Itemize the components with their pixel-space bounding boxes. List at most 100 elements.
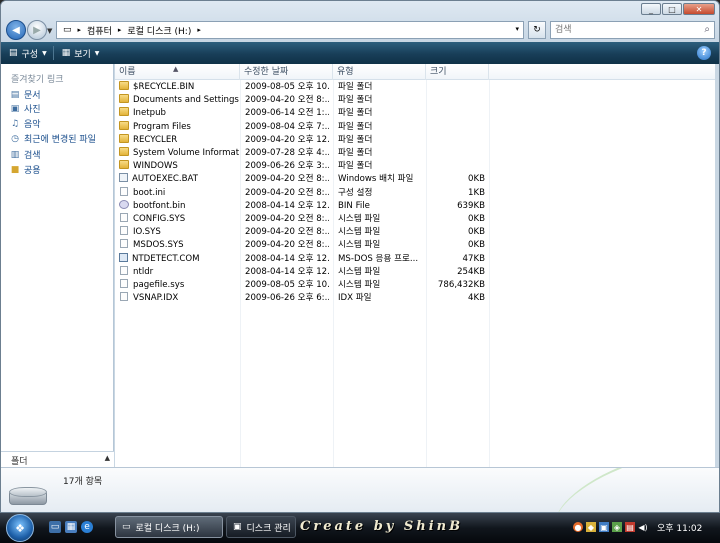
command-bar: ▤ 구성 ▼ ▦ 보기 ▼ ? [1, 42, 719, 64]
file-type: IDX 파일 [338, 293, 372, 304]
recent-pages-button[interactable]: ▼ [47, 27, 52, 35]
search-input[interactable] [555, 22, 695, 38]
file-row[interactable]: pagefile.sys 2009-08-05 오후 10... 시스템 파일 786… [115, 279, 715, 292]
views-label: 보기 [74, 49, 91, 60]
file-file-icon [120, 186, 128, 196]
close-button[interactable]: ✕ [683, 3, 715, 15]
breadcrumb-local-disk[interactable]: 로컬 디스크 (H:) [127, 24, 191, 37]
file-row[interactable]: Inetpub 2009-06-14 오전 1:... 파일 폴더 [115, 107, 715, 120]
fav-link-label: 최근에 변경된 파일 [24, 135, 96, 145]
network-icon[interactable]: ▤ [625, 522, 635, 532]
fav-link-public[interactable]: ■ 공용 [10, 163, 41, 177]
item-count: 17개 항목 [63, 477, 103, 487]
address-row: _ □ ✕ ◀ ▶ ▼ ▭ ▸ 컴퓨터 ▸ 로컬 디스크 (H:) ▸ ▾ ↻ … [1, 1, 719, 41]
column-header-date[interactable]: 수정한 날짜 [240, 64, 333, 80]
folder-icon [119, 107, 129, 117]
file-type: 파일 폴더 [338, 95, 373, 106]
back-button[interactable]: ◀ [6, 20, 26, 40]
fav-link-music[interactable]: ♫ 음악 [10, 117, 41, 131]
file-date: 2009-06-26 오후 6:... [245, 293, 329, 304]
internet-explorer-icon[interactable]: e [81, 521, 93, 533]
file-date: 2009-08-05 오후 10... [245, 82, 329, 92]
task-label: 로컬 디스크 (H:) [135, 523, 200, 534]
maximize-button[interactable]: □ [662, 3, 682, 15]
file-row[interactable]: IO.SYS 2009-04-20 오전 8:... 시스템 파일 0KB [115, 226, 715, 239]
file-row[interactable]: ntldr 2008-04-14 오후 12... 시스템 파일 254KB [115, 265, 715, 279]
search-icon[interactable]: ⌕ [704, 24, 710, 35]
fav-link-label: 공용 [24, 166, 41, 176]
file-row[interactable]: System Volume Informati... 2009-07-28 오후 … [115, 147, 715, 160]
breadcrumb-separator[interactable]: ▸ [197, 26, 201, 34]
file-row[interactable]: bootfont.bin 2008-04-14 오후 12... BIN File 6… [115, 199, 715, 213]
address-bar[interactable]: ▭ ▸ 컴퓨터 ▸ 로컬 디스크 (H:) ▸ ▾ [56, 21, 524, 39]
chevron-down-icon: ▼ [42, 49, 47, 57]
file-row[interactable]: Documents and Settings 2009-04-20 오전 8:..… [115, 94, 715, 107]
file-date: 2008-04-14 오후 12... [245, 266, 329, 277]
file-size: 0KB [468, 240, 485, 251]
file-name-text: bootfont.bin [133, 200, 186, 211]
file-row[interactable]: Program Files 2009-08-04 오후 7:... 파일 폴더 [115, 120, 715, 134]
breadcrumb-computer[interactable]: 컴퓨터 [87, 24, 112, 37]
organize-button[interactable]: ▤ 구성 ▼ [9, 47, 47, 60]
fav-link-search[interactable]: ▥ 검색 [10, 148, 41, 162]
file-size [431, 134, 485, 147]
fav-link-pictures[interactable]: ▣ 사진 [10, 102, 41, 116]
switch-windows-icon[interactable]: ▦ [65, 521, 77, 533]
file-size [431, 107, 485, 120]
file-row[interactable]: VSNAP.IDX 2009-06-26 오후 6:... IDX 파일 4KB [115, 292, 715, 305]
fav-link-recent[interactable]: ◷ 최근에 변경된 파일 [10, 132, 96, 146]
minimize-button[interactable]: _ [641, 3, 661, 15]
task-button-local-disk[interactable]: ▭ 로컬 디스크 (H:) [115, 516, 223, 538]
file-name: ntldr [119, 265, 239, 279]
fav-link-documents[interactable]: ▤ 문서 [10, 88, 41, 102]
file-row[interactable]: boot.ini 2009-04-20 오전 8:... 구성 설정 1KB [115, 186, 715, 200]
refresh-icon: ↻ [533, 25, 541, 35]
file-date: 2009-08-04 오후 7:... [245, 121, 329, 132]
breadcrumb-separator[interactable]: ▸ [118, 26, 122, 34]
start-button[interactable]: ❖ [6, 514, 34, 542]
file-size [431, 160, 485, 173]
file-date: 2009-04-20 오후 12... [245, 134, 329, 145]
refresh-button[interactable]: ↻ [528, 21, 546, 39]
file-row[interactable]: $RECYCLE.BIN 2009-08-05 오후 10... 파일 폴더 [115, 81, 715, 94]
show-desktop-icon[interactable]: ▭ [49, 521, 61, 533]
fav-link-label: 음악 [24, 120, 41, 130]
forward-button[interactable]: ▶ [27, 20, 47, 40]
file-date: 2009-04-20 오전 8:... [245, 214, 329, 224]
column-header-size[interactable]: 크기 [426, 64, 489, 80]
disk-management-icon: ▣ [233, 522, 242, 532]
file-row[interactable]: NTDETECT.COM 2008-04-14 오후 12... MS-DOS 응용… [115, 252, 715, 266]
file-size: 4KB [468, 293, 485, 304]
clock[interactable]: 오후 11:02 [657, 521, 702, 534]
file-row[interactable]: RECYCLER 2009-04-20 오후 12... 파일 폴더 [115, 133, 715, 147]
tray-shield-icon[interactable]: ◆ [586, 522, 596, 532]
file-row[interactable]: AUTOEXEC.BAT 2009-04-20 오전 8:... Windows 배… [115, 173, 715, 186]
file-type: 파일 폴더 [338, 161, 373, 172]
file-date: 2008-04-14 오후 12... [245, 253, 329, 264]
folder-icon [119, 160, 129, 170]
file-row[interactable]: MSDOS.SYS 2009-04-20 오전 8:... 시스템 파일 0KB [115, 239, 715, 252]
file-name: RECYCLER [119, 133, 239, 147]
file-type: Windows 배치 파일 [338, 174, 414, 185]
file-name-text: Documents and Settings [133, 95, 239, 106]
file-date: 2009-06-14 오전 1:... [245, 108, 329, 119]
task-button-disk-management[interactable]: ▣ 디스크 관리 [226, 516, 296, 538]
tray-app-icon[interactable]: ◈ [612, 522, 622, 532]
column-header-name[interactable]: 이름 ▲ [115, 64, 240, 80]
tray-monitor-icon[interactable]: ▣ [599, 522, 609, 532]
file-row[interactable]: WINDOWS 2009-06-26 오후 3:... 파일 폴더 [115, 160, 715, 173]
help-button[interactable]: ? [697, 46, 711, 60]
folders-toggle[interactable]: 폴더 ▲ [1, 451, 114, 467]
search-box[interactable]: ⌕ [550, 21, 715, 39]
file-row[interactable]: CONFIG.SYS 2009-04-20 오전 8:... 시스템 파일 0KB [115, 213, 715, 226]
file-size [431, 121, 485, 134]
column-header-type[interactable]: 유형 [333, 64, 426, 80]
views-button[interactable]: ▦ 보기 ▼ [62, 47, 100, 60]
file-type: MS-DOS 응용 프로... [338, 253, 419, 264]
toolbar-divider [52, 46, 54, 60]
file-name: MSDOS.SYS [119, 239, 239, 252]
volume-icon[interactable]: ◀) [638, 522, 648, 532]
file-size: 639KB [457, 200, 485, 211]
tray-app-icon[interactable]: ● [573, 522, 583, 532]
address-dropdown-icon[interactable]: ▾ [515, 25, 519, 33]
